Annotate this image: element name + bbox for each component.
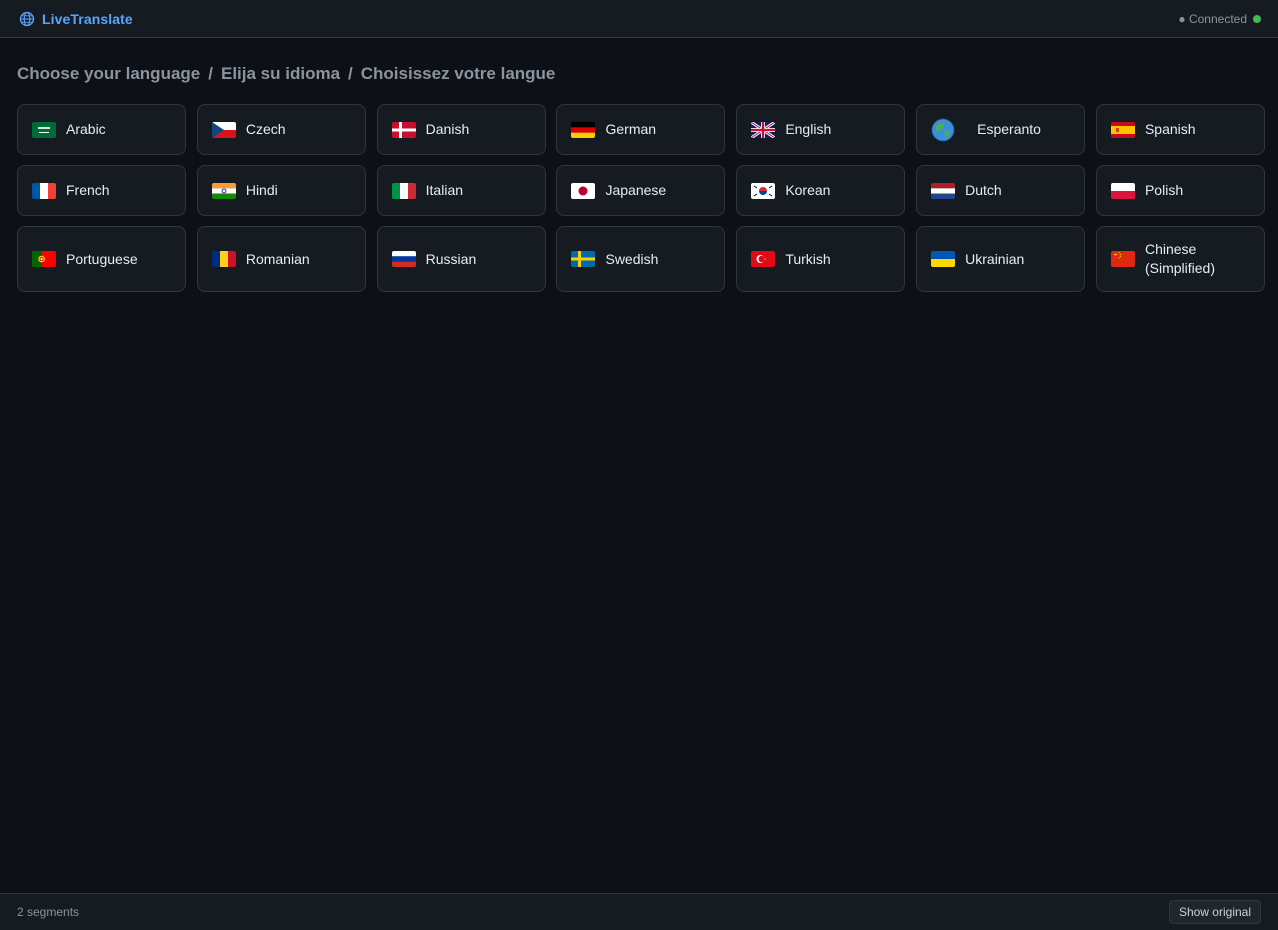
language-label: Ukrainian bbox=[965, 250, 1025, 267]
language-label: Arabic bbox=[66, 121, 106, 137]
language-label: English bbox=[785, 121, 832, 137]
language-label: Spanish bbox=[1144, 121, 1196, 137]
language-label: German bbox=[605, 121, 657, 137]
show-original-button[interactable]: Show original bbox=[1168, 900, 1261, 924]
language-option-polish[interactable]: Polish bbox=[1095, 165, 1265, 216]
language-label: Polish bbox=[1144, 182, 1184, 198]
language-label: Swedish bbox=[605, 250, 659, 267]
status-dot-icon bbox=[1253, 14, 1261, 23]
language-label: Romanian bbox=[245, 250, 310, 267]
language-option-french[interactable]: French bbox=[17, 165, 186, 216]
language-label: Esperanto bbox=[977, 121, 1041, 137]
jp-flag-icon bbox=[571, 182, 596, 199]
language-option-romanian[interactable]: Romanian bbox=[196, 226, 366, 292]
connection-status-label: ● Connected bbox=[1178, 11, 1247, 26]
language-label: Danish bbox=[425, 121, 470, 137]
gb-flag-icon bbox=[751, 121, 776, 138]
language-option-arabic[interactable]: Arabic bbox=[17, 104, 186, 155]
language-label: Japanese bbox=[605, 182, 667, 198]
language-label: Czech bbox=[245, 121, 286, 137]
pl-flag-icon bbox=[1110, 182, 1135, 199]
language-option-japanese[interactable]: Japanese bbox=[556, 165, 726, 216]
language-option-czech[interactable]: Czech bbox=[196, 104, 366, 155]
globe-icon bbox=[19, 11, 35, 27]
language-option-danish[interactable]: Danish bbox=[376, 104, 546, 155]
segment-count: 2 segments bbox=[17, 905, 80, 919]
language-option-esperanto[interactable]: Esperanto bbox=[916, 104, 1086, 155]
language-option-korean[interactable]: Korean bbox=[736, 165, 906, 216]
language-option-english[interactable]: English bbox=[736, 104, 906, 155]
language-label: Turkish bbox=[785, 250, 831, 267]
language-option-german[interactable]: German bbox=[556, 104, 726, 155]
ro-flag-icon bbox=[211, 251, 236, 267]
language-label: Dutch bbox=[965, 182, 1002, 198]
fr-flag-icon bbox=[32, 182, 56, 199]
de-flag-icon bbox=[571, 121, 596, 138]
sa-flag-icon bbox=[32, 121, 56, 138]
app-title: LiveTranslate bbox=[42, 10, 133, 27]
heading-separator: / bbox=[208, 64, 213, 83]
heading-spanish: Elija su idioma bbox=[220, 64, 341, 83]
language-option-ukrainian[interactable]: Ukrainian bbox=[916, 226, 1086, 292]
connection-status: ● Connected bbox=[1178, 12, 1261, 26]
language-label: Chinese (Simplified) bbox=[1144, 241, 1215, 276]
ru-flag-icon bbox=[391, 251, 416, 267]
language-option-italian[interactable]: Italian bbox=[376, 165, 546, 216]
heading-french: Choisissez votre langue bbox=[360, 64, 556, 83]
it-flag-icon bbox=[391, 182, 416, 199]
language-option-chinese-simplified[interactable]: Chinese (Simplified) bbox=[1095, 226, 1265, 292]
language-label: Russian bbox=[425, 250, 477, 267]
language-label: Italian bbox=[425, 182, 464, 198]
page-title: Choose your language / Elija su idioma / Cho… bbox=[17, 64, 555, 84]
language-option-hindi[interactable]: Hindi bbox=[196, 165, 366, 216]
language-option-dutch[interactable]: Dutch bbox=[916, 165, 1086, 216]
heading-separator: / bbox=[348, 64, 353, 83]
heading-english: Choose your language bbox=[17, 64, 201, 83]
language-label: Hindi bbox=[245, 182, 278, 198]
top-bar: LiveTranslate ● Connected bbox=[0, 0, 1278, 38]
pt-flag-icon bbox=[32, 251, 56, 267]
status-footer: 2 segments Show original bbox=[0, 893, 1278, 930]
tr-flag-icon bbox=[751, 251, 776, 267]
language-grid: Arabic Czech Danish German English Esper… bbox=[17, 104, 1265, 292]
language-option-swedish[interactable]: Swedish bbox=[556, 226, 726, 292]
cn-flag-icon bbox=[1110, 251, 1135, 267]
language-option-portuguese[interactable]: Portuguese bbox=[17, 226, 186, 292]
globe-icon bbox=[931, 118, 955, 142]
language-label: Korean bbox=[785, 182, 831, 198]
se-flag-icon bbox=[571, 251, 596, 267]
nl-flag-icon bbox=[931, 182, 956, 199]
cz-flag-icon bbox=[211, 121, 236, 138]
brand[interactable]: LiveTranslate bbox=[19, 11, 133, 27]
language-option-turkish[interactable]: Turkish bbox=[736, 226, 906, 292]
kr-flag-icon bbox=[751, 182, 776, 199]
dk-flag-icon bbox=[391, 121, 416, 138]
ua-flag-icon bbox=[931, 251, 956, 267]
language-label: Portuguese bbox=[66, 250, 138, 267]
in-flag-icon bbox=[211, 182, 236, 199]
es-flag-icon bbox=[1110, 121, 1135, 138]
language-label: French bbox=[66, 182, 110, 198]
language-option-spanish[interactable]: Spanish bbox=[1095, 104, 1265, 155]
language-option-russian[interactable]: Russian bbox=[376, 226, 546, 292]
